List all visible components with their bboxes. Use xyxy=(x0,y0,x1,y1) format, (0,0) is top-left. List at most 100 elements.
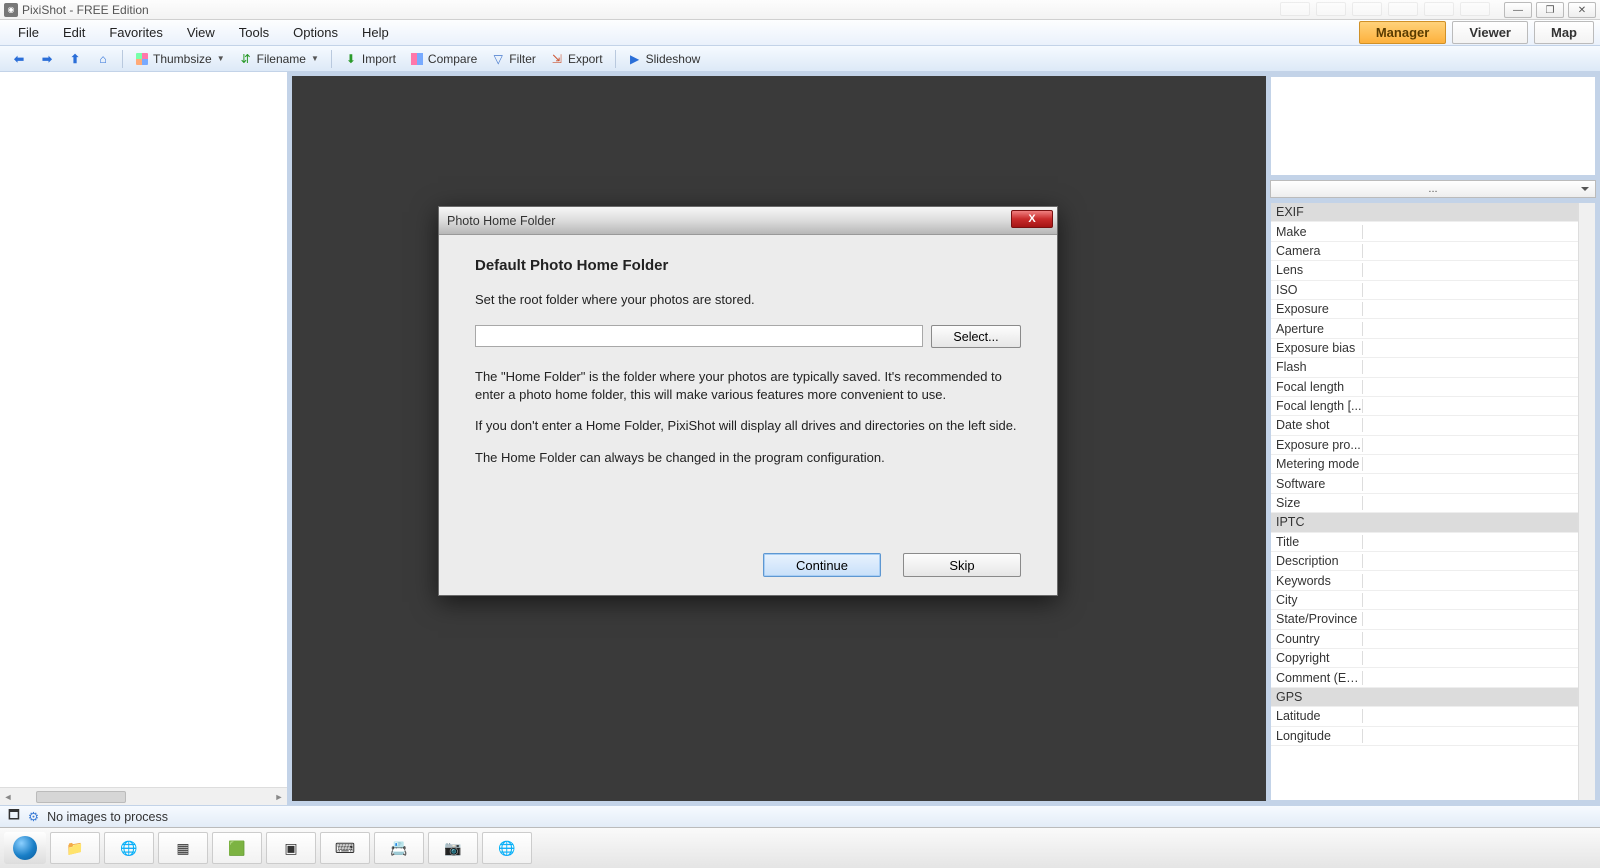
metadata-row[interactable]: Title xyxy=(1271,533,1578,552)
continue-button[interactable]: Continue xyxy=(763,553,881,577)
select-folder-button[interactable]: Select... xyxy=(931,325,1021,348)
vertical-scrollbar[interactable] xyxy=(1578,203,1595,800)
slideshow-label: Slideshow xyxy=(646,52,701,66)
metadata-field-label: Comment (Exif) xyxy=(1271,671,1363,685)
menu-file[interactable]: File xyxy=(6,21,51,44)
chevron-down-icon: ▼ xyxy=(217,54,225,63)
metadata-field-label: Longitude xyxy=(1271,729,1363,743)
metadata-row[interactable]: Latitude xyxy=(1271,707,1578,726)
taskbar-pin-6[interactable]: ⌨ xyxy=(320,832,370,864)
slideshow-button[interactable]: ▶ Slideshow xyxy=(622,50,707,68)
metadata-view-dropdown[interactable]: ... xyxy=(1270,180,1596,198)
scroll-right-icon[interactable]: ► xyxy=(271,792,287,802)
taskbar-pin-7[interactable]: 📇 xyxy=(374,832,424,864)
metadata-row[interactable]: Comment (Exif) xyxy=(1271,668,1578,687)
metadata-field-label: ISO xyxy=(1271,283,1363,297)
metadata-field-label: Focal length [... xyxy=(1271,399,1363,413)
export-icon: ⇲ xyxy=(550,52,564,66)
import-button[interactable]: ⬇Import xyxy=(338,50,402,68)
mode-manager[interactable]: Manager xyxy=(1359,21,1446,44)
metadata-row[interactable]: Description xyxy=(1271,552,1578,571)
metadata-row[interactable]: Keywords xyxy=(1271,571,1578,590)
menu-help[interactable]: Help xyxy=(350,21,401,44)
metadata-row[interactable]: Lens xyxy=(1271,261,1578,280)
scroll-thumb[interactable] xyxy=(36,791,126,803)
metadata-row[interactable]: Exposure pro... xyxy=(1271,436,1578,455)
dialog-heading: Default Photo Home Folder xyxy=(475,257,1021,274)
metadata-row[interactable]: Metering mode xyxy=(1271,455,1578,474)
metadata-row[interactable]: Date shot xyxy=(1271,416,1578,435)
metadata-row[interactable]: Size xyxy=(1271,494,1578,513)
import-label: Import xyxy=(362,52,396,66)
metadata-row[interactable]: City xyxy=(1271,591,1578,610)
taskbar-pin-5[interactable]: ▣ xyxy=(266,832,316,864)
maximize-button[interactable]: ❐ xyxy=(1536,2,1564,18)
metadata-row[interactable]: State/Province xyxy=(1271,610,1578,629)
metadata-row[interactable]: Longitude xyxy=(1271,727,1578,746)
metadata-field-label: Title xyxy=(1271,535,1363,549)
nav-home-button[interactable]: ⌂ xyxy=(90,50,116,68)
filter-button[interactable]: ▽Filter xyxy=(485,50,542,68)
export-button[interactable]: ⇲Export xyxy=(544,50,609,68)
menu-view[interactable]: View xyxy=(175,21,227,44)
metadata-row[interactable]: Aperture xyxy=(1271,319,1578,338)
start-button[interactable] xyxy=(4,832,46,864)
gear-icon[interactable]: ⚙ xyxy=(28,809,39,824)
metadata-field-label: Description xyxy=(1271,554,1363,568)
mode-map[interactable]: Map xyxy=(1534,21,1594,44)
metadata-field-label: City xyxy=(1271,593,1363,607)
metadata-row[interactable]: Country xyxy=(1271,630,1578,649)
close-window-button[interactable]: ✕ xyxy=(1568,2,1596,18)
menu-favorites[interactable]: Favorites xyxy=(97,21,174,44)
filter-icon: ▽ xyxy=(491,52,505,66)
horizontal-scrollbar[interactable]: ◄ ► xyxy=(0,787,287,805)
dialog-body: Default Photo Home Folder Set the root f… xyxy=(439,235,1057,466)
metadata-section-header: EXIF xyxy=(1271,203,1578,222)
menu-edit[interactable]: Edit xyxy=(51,21,97,44)
taskbar-pin-3[interactable]: ▦ xyxy=(158,832,208,864)
skip-button[interactable]: Skip xyxy=(903,553,1021,577)
scroll-left-icon[interactable]: ◄ xyxy=(0,792,16,802)
folder-tree[interactable] xyxy=(0,72,287,787)
metadata-field-label: Copyright xyxy=(1271,651,1363,665)
metadata-header-label: GPS xyxy=(1271,690,1578,704)
metadata-row[interactable]: ISO xyxy=(1271,281,1578,300)
taskbar-pin-4[interactable]: 🟩 xyxy=(212,832,262,864)
metadata-field-label: Flash xyxy=(1271,360,1363,374)
metadata-row[interactable]: Make xyxy=(1271,222,1578,241)
minimize-button[interactable]: — xyxy=(1504,2,1532,18)
compare-icon xyxy=(410,52,424,66)
metadata-row[interactable]: Focal length xyxy=(1271,378,1578,397)
thumbsize-dropdown[interactable]: Thumbsize▼ xyxy=(129,50,231,68)
home-folder-input[interactable] xyxy=(475,325,923,347)
menu-options[interactable]: Options xyxy=(281,21,350,44)
metadata-field-label: Date shot xyxy=(1271,418,1363,432)
metadata-row[interactable]: Flash xyxy=(1271,358,1578,377)
metadata-row[interactable]: Exposure xyxy=(1271,300,1578,319)
metadata-row[interactable]: Copyright xyxy=(1271,649,1578,668)
metadata-row[interactable]: Software xyxy=(1271,474,1578,493)
windows-orb-icon xyxy=(13,836,37,860)
nav-back-button[interactable]: ⬅ xyxy=(6,50,32,68)
nav-up-button[interactable]: ⬆ xyxy=(62,50,88,68)
taskbar-pin-pixishot[interactable]: 📷 xyxy=(428,832,478,864)
metadata-field-label: Aperture xyxy=(1271,322,1363,336)
metadata-row[interactable]: Exposure bias xyxy=(1271,339,1578,358)
metadata-row[interactable]: Focal length [... xyxy=(1271,397,1578,416)
taskbar-pin-explorer[interactable]: 📁 xyxy=(50,832,100,864)
metadata-row[interactable]: Camera xyxy=(1271,242,1578,261)
menu-tools[interactable]: Tools xyxy=(227,21,281,44)
dialog-close-button[interactable]: X xyxy=(1011,210,1053,228)
nav-forward-button[interactable]: ➡ xyxy=(34,50,60,68)
mode-viewer[interactable]: Viewer xyxy=(1452,21,1528,44)
play-icon: ▶ xyxy=(628,52,642,66)
metadata-panel: EXIFMakeCameraLens ISO Exposure Aperture Exp… xyxy=(1270,202,1596,801)
window-controls: — ❐ ✕ xyxy=(1504,2,1596,18)
dialog-title-bar[interactable]: Photo Home Folder X xyxy=(439,207,1057,235)
taskbar-pin-2[interactable]: 🌐 xyxy=(104,832,154,864)
metadata-field-label: Focal length xyxy=(1271,380,1363,394)
compare-button[interactable]: Compare xyxy=(404,50,483,68)
taskbar-pin-9[interactable]: 🌐 xyxy=(482,832,532,864)
filename-sort-dropdown[interactable]: ⇵Filename▼ xyxy=(233,50,325,68)
metadata-field-label: Metering mode xyxy=(1271,457,1363,471)
